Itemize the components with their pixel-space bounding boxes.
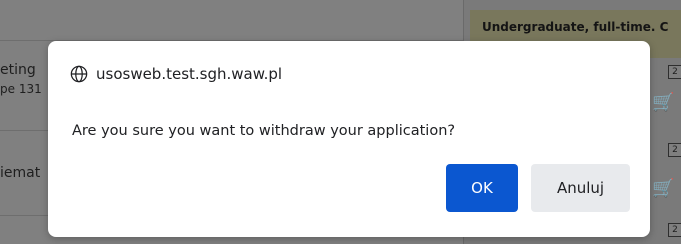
table-cell-text: eting bbox=[0, 62, 36, 78]
table-cell-text: pe 131 bbox=[0, 82, 42, 96]
confirm-dialog: usosweb.test.sgh.waw.pl Are you sure you… bbox=[48, 41, 650, 237]
dialog-message: Are you sure you want to withdraw your a… bbox=[72, 123, 456, 139]
table-cell-text: iemat bbox=[0, 165, 41, 181]
globe-icon bbox=[70, 65, 88, 83]
dialog-origin-text: usosweb.test.sgh.waw.pl bbox=[96, 65, 283, 83]
background-checkbox: 2 bbox=[668, 223, 681, 237]
cart-remove-icon: 🛒 bbox=[652, 92, 675, 113]
background-checkbox: 2 bbox=[668, 143, 681, 157]
dialog-origin: usosweb.test.sgh.waw.pl bbox=[70, 65, 282, 83]
notice-text: Undergraduate, full-time. C bbox=[482, 20, 669, 34]
cancel-button[interactable]: Anuluj bbox=[531, 164, 630, 212]
cart-add-icon: 🛒 bbox=[652, 178, 675, 199]
background-checkbox: 2 bbox=[668, 65, 681, 79]
ok-button[interactable]: OK bbox=[446, 164, 518, 212]
